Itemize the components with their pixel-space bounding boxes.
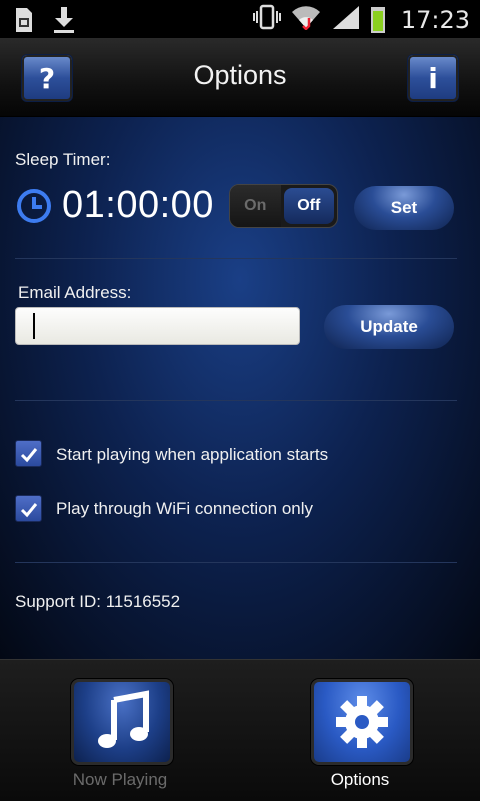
signal-icon: [331, 4, 361, 35]
info-icon: i: [428, 61, 438, 95]
options-tab-button[interactable]: [311, 679, 413, 765]
autoplay-checkbox[interactable]: [15, 440, 42, 467]
toggle-off-option[interactable]: Off: [283, 188, 334, 224]
download-icon: [52, 6, 76, 39]
clock-icon: [16, 188, 52, 229]
tab-options[interactable]: Options: [240, 660, 480, 801]
status-bar: 17:23: [0, 0, 480, 38]
wifi-icon: [291, 4, 321, 35]
bottom-tab-bar: Now Playing Options: [0, 659, 480, 801]
status-time: 17:23: [400, 5, 470, 34]
divider: [15, 400, 457, 401]
divider: [15, 562, 457, 563]
toggle-on-option[interactable]: On: [230, 185, 281, 227]
sleep-timer-value[interactable]: 01:00:00: [62, 184, 214, 227]
checkmark-icon: [20, 502, 37, 517]
app-header: ? Options i: [0, 38, 480, 117]
info-button[interactable]: i: [407, 54, 459, 102]
now-playing-tab-button[interactable]: [71, 679, 173, 765]
wifi-only-label[interactable]: Play through WiFi connection only: [56, 499, 313, 519]
music-note-icon: [98, 690, 149, 748]
divider: [15, 258, 457, 259]
vibrate-icon: [252, 4, 281, 35]
email-label: Email Address:: [18, 283, 132, 302]
sim-icon: [14, 7, 34, 38]
sleep-timer-toggle[interactable]: On Off: [229, 184, 338, 228]
tab-label: Now Playing: [72, 770, 168, 789]
support-id: Support ID: 11516552: [15, 592, 181, 611]
sleep-timer-label: Sleep Timer:: [15, 150, 111, 169]
email-field[interactable]: [15, 307, 300, 345]
gear-icon: [336, 696, 388, 748]
autoplay-label[interactable]: Start playing when application starts: [56, 445, 328, 465]
battery-icon: [370, 6, 385, 33]
update-button[interactable]: Update: [324, 305, 454, 349]
set-button[interactable]: Set: [354, 186, 454, 230]
tab-label: Options: [330, 770, 390, 789]
tab-now-playing[interactable]: Now Playing: [0, 660, 240, 801]
text-cursor: [33, 313, 35, 339]
checkmark-icon: [20, 447, 37, 462]
wifi-only-checkbox[interactable]: [15, 495, 42, 522]
